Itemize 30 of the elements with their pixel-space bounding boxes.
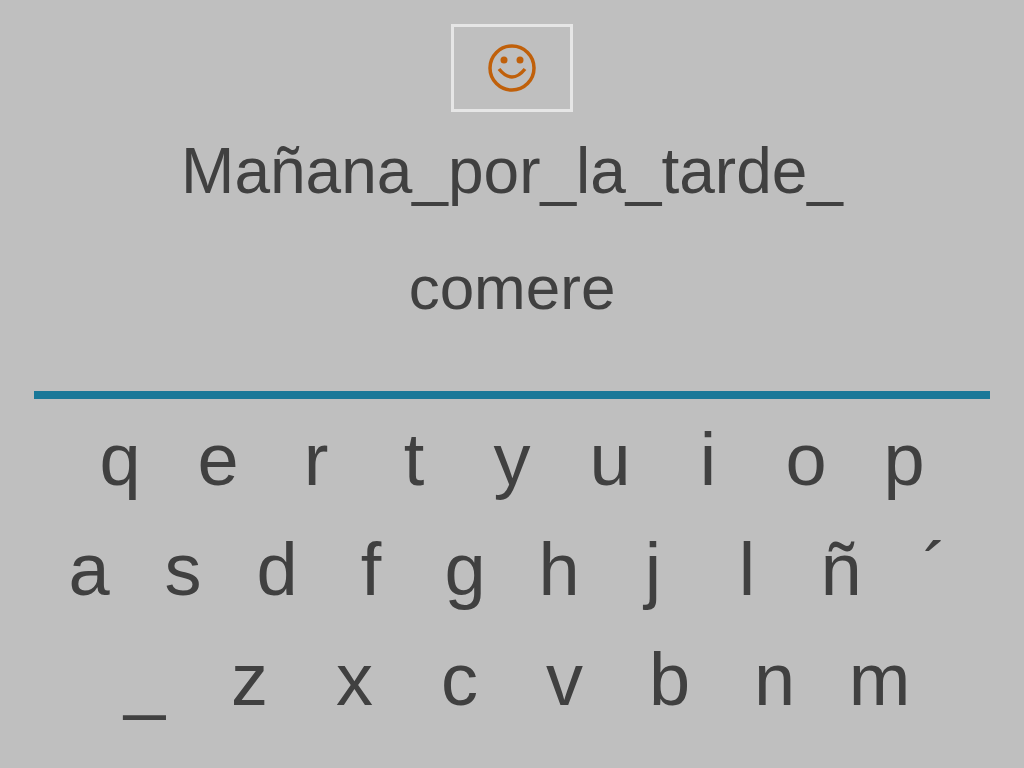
letter-key[interactable]: f [324,531,418,609]
letter-key[interactable]: l [700,531,794,609]
letter-key[interactable]: r [267,421,365,499]
letter-key[interactable]: a [42,531,136,609]
letter-key[interactable]: j [606,531,700,609]
letter-key[interactable]: p [855,421,953,499]
letter-key[interactable]: d [230,531,324,609]
letter-key[interactable]: v [512,641,617,719]
letter-key[interactable]: x [302,641,407,719]
sentence-text: Mañana_por_la_tarde_ [181,134,843,208]
letter-key[interactable]: m [827,641,932,719]
letter-key[interactable]: _ [92,641,197,719]
letter-key[interactable]: c [407,641,512,719]
letter-key[interactable]: e [169,421,267,499]
letter-key[interactable]: s [136,531,230,609]
letter-key[interactable]: ´ [888,531,982,609]
smiley-icon [487,43,537,93]
letter-key[interactable]: y [463,421,561,499]
answer-text: comere [408,253,616,323]
letter-key[interactable]: t [365,421,463,499]
letter-key[interactable]: i [659,421,757,499]
letter-key[interactable]: n [722,641,827,719]
letter-key[interactable]: o [757,421,855,499]
letter-key[interactable]: z [197,641,302,719]
letter-key[interactable]: h [512,531,606,609]
letter-key[interactable]: q [71,421,169,499]
letter-key[interactable]: g [418,531,512,609]
letter-key[interactable]: u [561,421,659,499]
letter-key[interactable]: ñ [794,531,888,609]
letter-key[interactable]: b [617,641,722,719]
